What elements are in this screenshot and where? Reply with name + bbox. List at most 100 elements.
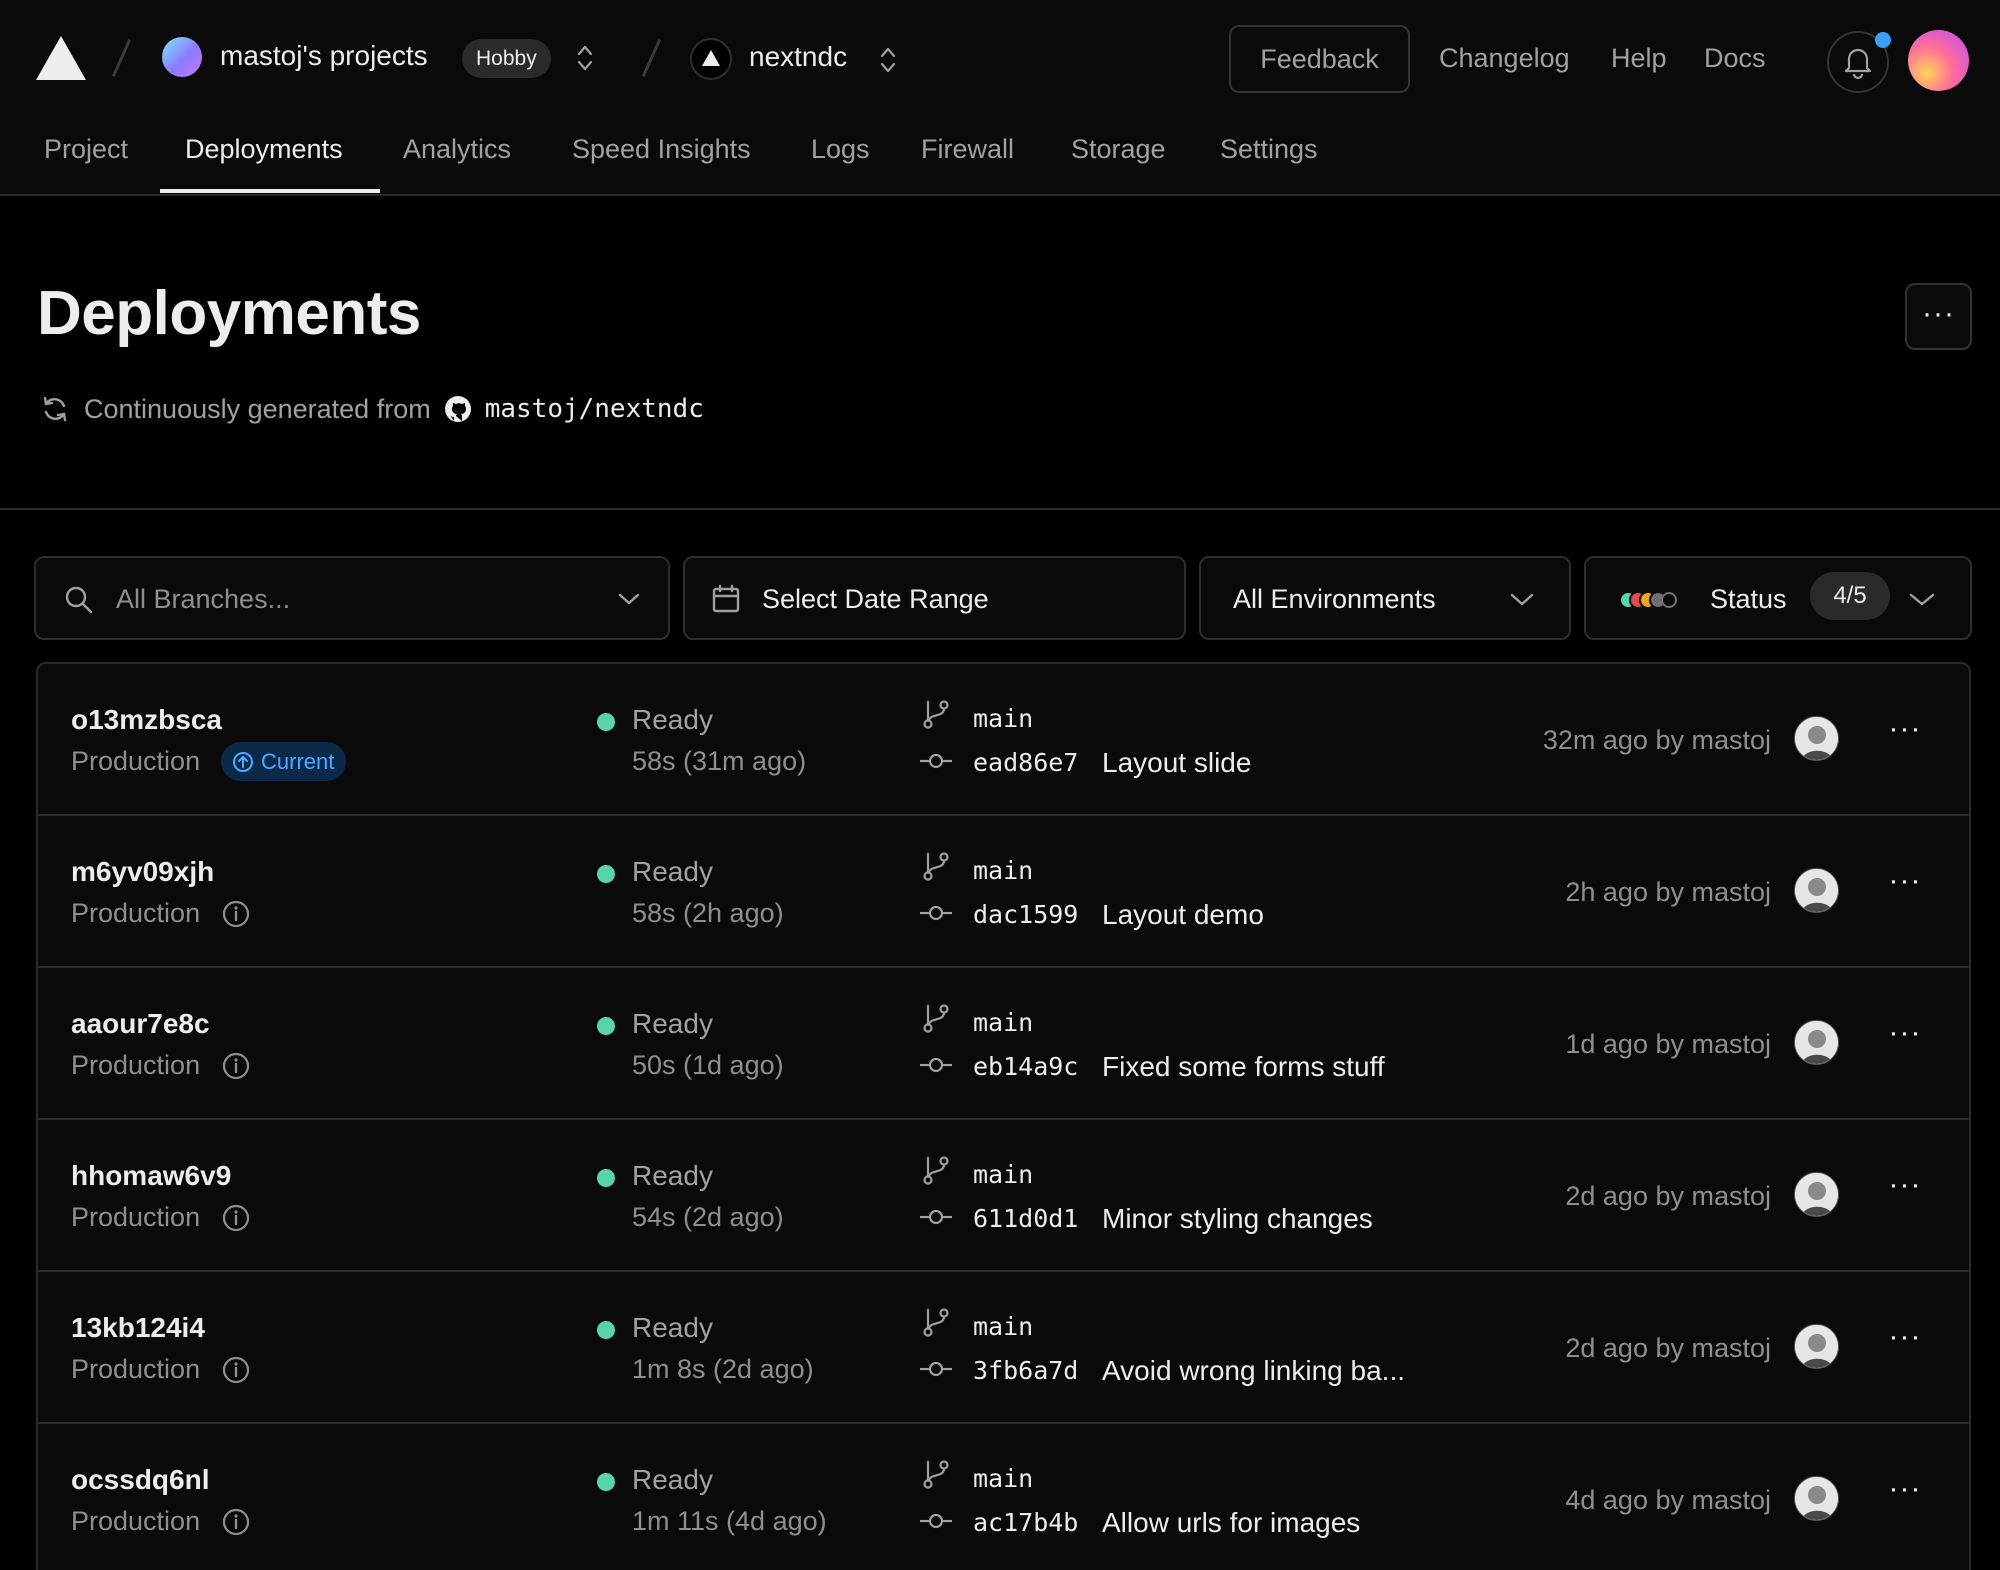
row-more-button[interactable]: ···	[1885, 1322, 1925, 1363]
tab-storage[interactable]: Storage	[1071, 134, 1166, 165]
plan-badge: Hobby	[462, 39, 551, 78]
source-repo-link[interactable]: mastoj/nextndc	[485, 394, 704, 424]
deployment-status: Ready	[632, 1160, 713, 1191]
git-branch-icon	[923, 852, 949, 881]
branch-name[interactable]: main	[973, 1464, 1033, 1493]
row-more-button[interactable]: ···	[1885, 866, 1925, 907]
deployment-duration: 54s (2d ago)	[632, 1202, 784, 1232]
info-icon[interactable]	[221, 1507, 251, 1537]
deployment-age: 2d ago by mastoj	[1565, 1181, 1771, 1211]
status-dot	[597, 1017, 615, 1035]
tab-analytics[interactable]: Analytics	[403, 134, 511, 165]
deployment-row[interactable]: o13mzbsca Production Current Ready 58s (31m …	[38, 664, 1969, 816]
deployment-id[interactable]: hhomaw6v9	[71, 1160, 231, 1192]
commit-message[interactable]: Allow urls for images	[1102, 1507, 1360, 1539]
tab-firewall[interactable]: Firewall	[921, 134, 1014, 165]
commit-message[interactable]: Layout demo	[1102, 899, 1264, 931]
deployment-age: 4d ago by mastoj	[1565, 1485, 1771, 1515]
author-avatar[interactable]	[1794, 1020, 1839, 1065]
commit-sha[interactable]: eb14a9c	[973, 1052, 1078, 1081]
date-range-label: Select Date Range	[762, 584, 989, 614]
branch-name[interactable]: main	[973, 704, 1033, 733]
deployment-environment: Production	[71, 1202, 201, 1232]
deployment-status: Ready	[632, 1464, 713, 1495]
date-range-filter[interactable]: Select Date Range	[683, 556, 1186, 640]
current-badge-label: Current	[261, 749, 335, 774]
repo-name[interactable]: nextndc	[749, 41, 847, 73]
branch-filter[interactable]: All Branches...	[34, 556, 670, 640]
tab-speed-insights[interactable]: Speed Insights	[572, 134, 751, 165]
branch-name[interactable]: main	[973, 1160, 1033, 1189]
tab-logs[interactable]: Logs	[811, 134, 870, 165]
commit-message[interactable]: Fixed some forms stuff	[1102, 1051, 1385, 1083]
commit-message[interactable]: Minor styling changes	[1102, 1203, 1373, 1235]
page-more-button[interactable]: ···	[1905, 283, 1972, 350]
refresh-icon	[43, 396, 67, 422]
repo-switcher-icon[interactable]	[878, 44, 898, 76]
commit-sha[interactable]: 611d0d1	[973, 1204, 1078, 1233]
deployment-age: 2d ago by mastoj	[1565, 1333, 1771, 1363]
git-commit-icon	[920, 1361, 952, 1377]
author-avatar[interactable]	[1794, 1324, 1839, 1369]
author-avatar[interactable]	[1794, 868, 1839, 913]
info-icon[interactable]	[221, 1051, 251, 1081]
user-avatar[interactable]	[1908, 30, 1969, 91]
branch-name[interactable]: main	[973, 1008, 1033, 1037]
deployment-row[interactable]: hhomaw6v9 Production Ready 54s (2d ago) main…	[38, 1120, 1969, 1272]
branch-search-input[interactable]: All Branches...	[116, 584, 290, 615]
commit-sha[interactable]: dac1599	[973, 900, 1078, 929]
status-dot	[597, 865, 615, 883]
deployment-id[interactable]: o13mzbsca	[71, 704, 222, 736]
info-icon[interactable]	[221, 1203, 251, 1233]
vercel-logo-icon[interactable]	[36, 36, 86, 80]
tab-project[interactable]: Project	[44, 134, 128, 165]
commit-message[interactable]: Layout slide	[1102, 747, 1251, 779]
info-icon[interactable]	[221, 1355, 251, 1385]
info-icon[interactable]	[221, 899, 251, 929]
row-more-button[interactable]: ···	[1885, 1170, 1925, 1211]
deployment-status: Ready	[632, 704, 713, 735]
search-icon	[65, 586, 93, 614]
row-more-button[interactable]: ···	[1885, 714, 1925, 755]
commit-sha[interactable]: ac17b4b	[973, 1508, 1078, 1537]
deployment-duration: 58s (31m ago)	[632, 746, 807, 776]
docs-link[interactable]: Docs	[1704, 43, 1766, 74]
author-avatar[interactable]	[1794, 716, 1839, 761]
git-branch-icon	[923, 1308, 949, 1337]
status-colors-icon	[1619, 591, 1677, 609]
deployment-duration: 1m 11s (4d ago)	[632, 1506, 827, 1536]
git-branch-icon	[923, 1156, 949, 1185]
tab-settings[interactable]: Settings	[1220, 134, 1318, 165]
deployment-id[interactable]: ocssdq6nl	[71, 1464, 209, 1496]
environment-filter[interactable]: All Environments	[1199, 556, 1571, 640]
tab-deployments[interactable]: Deployments	[185, 134, 343, 165]
project-switcher-icon[interactable]	[575, 42, 595, 74]
changelog-link[interactable]: Changelog	[1439, 43, 1570, 74]
row-more-button[interactable]: ···	[1885, 1018, 1925, 1059]
deployment-id[interactable]: m6yv09xjh	[71, 856, 214, 888]
project-name[interactable]: mastoj's projects	[220, 40, 428, 72]
deployment-id[interactable]: 13kb124i4	[71, 1312, 205, 1344]
author-avatar[interactable]	[1794, 1172, 1839, 1217]
deployments-list: o13mzbsca Production Current Ready 58s (31m …	[36, 662, 1971, 1570]
deployment-row[interactable]: m6yv09xjh Production Ready 58s (2h ago) main…	[38, 816, 1969, 968]
row-more-button[interactable]: ···	[1885, 1474, 1925, 1515]
deployment-row[interactable]: aaour7e8c Production Ready 50s (1d ago) main…	[38, 968, 1969, 1120]
deployment-duration: 1m 8s (2d ago)	[632, 1354, 814, 1384]
git-branch-icon	[923, 1460, 949, 1489]
deployment-row[interactable]: ocssdq6nl Production Ready 1m 11s (4d ago) m…	[38, 1424, 1969, 1570]
help-link[interactable]: Help	[1611, 43, 1667, 74]
commit-message[interactable]: Avoid wrong linking ba...	[1102, 1355, 1405, 1387]
feedback-button[interactable]: Feedback	[1229, 25, 1410, 93]
status-filter[interactable]: Status	[1584, 556, 1972, 640]
status-dot	[597, 713, 615, 731]
author-avatar[interactable]	[1794, 1476, 1839, 1521]
deployment-id[interactable]: aaour7e8c	[71, 1008, 210, 1040]
commit-sha[interactable]: 3fb6a7d	[973, 1356, 1078, 1385]
branch-name[interactable]: main	[973, 856, 1033, 885]
git-commit-icon	[920, 1057, 952, 1073]
branch-name[interactable]: main	[973, 1312, 1033, 1341]
commit-sha[interactable]: ead86e7	[973, 748, 1078, 777]
deployment-row[interactable]: 13kb124i4 Production Ready 1m 8s (2d ago) ma…	[38, 1272, 1969, 1424]
calendar-icon	[712, 584, 740, 613]
